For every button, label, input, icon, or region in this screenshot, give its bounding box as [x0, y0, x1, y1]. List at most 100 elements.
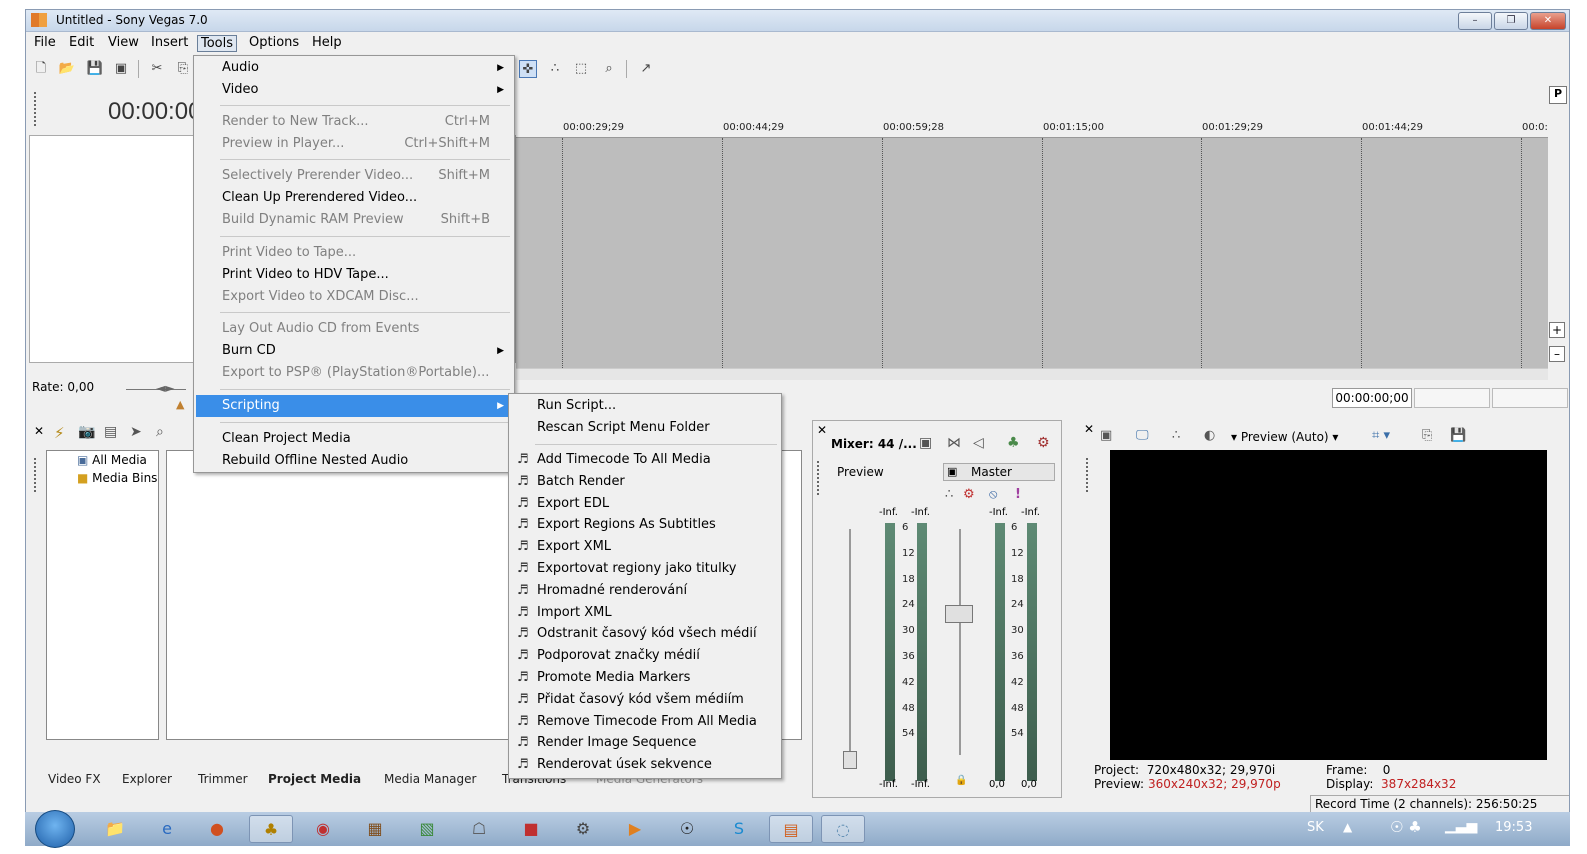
- master-fader[interactable]: [945, 605, 973, 623]
- ie-icon[interactable]: e: [145, 815, 189, 843]
- menu-view[interactable]: View: [105, 35, 142, 52]
- marker-icon[interactable]: P: [1549, 86, 1567, 104]
- zoom-in-icon[interactable]: +: [1549, 322, 1565, 338]
- close-button[interactable]: ✕: [1530, 12, 1566, 30]
- script-menu-item[interactable]: ♬ Renderovat úsek sekvence: [511, 754, 779, 776]
- tree-item-all-media[interactable]: ▣ All Media: [77, 453, 147, 467]
- save-snapshot-icon[interactable]: 💾: [1450, 428, 1466, 443]
- show-hidden-icons[interactable]: ▲: [1343, 820, 1352, 834]
- tab-trimmer[interactable]: Trimmer: [188, 770, 258, 790]
- language-indicator[interactable]: SK: [1307, 820, 1324, 835]
- drag-handle[interactable]: [34, 92, 38, 126]
- app-icon[interactable]: ▧: [405, 815, 449, 843]
- tools-menu-item[interactable]: Scripting ▶: [196, 395, 512, 417]
- script-menu-item[interactable]: ♬ Render Image Sequence: [511, 732, 779, 754]
- steam-icon[interactable]: ☉: [665, 815, 709, 843]
- script-menu-item[interactable]: ♬ Podporovat značky médií: [511, 645, 779, 667]
- tools-menu-item[interactable]: Export Video to XDCAM Disc...: [196, 286, 512, 308]
- solo-icon[interactable]: !: [1015, 487, 1021, 502]
- tools-menu-item[interactable]: Print Video to HDV Tape...: [196, 264, 512, 286]
- script-menu-item[interactable]: ♬ Hromadné renderování: [511, 580, 779, 602]
- script-menu-item[interactable]: ♬ Odstranit časový kód všech médií: [511, 623, 779, 645]
- tools-menu-item[interactable]: Selectively Prerender Video... Shift+M: [196, 165, 512, 187]
- tab-project-media[interactable]: Project Media: [258, 770, 371, 790]
- open-icon[interactable]: 📂: [58, 60, 76, 78]
- search-media-icon[interactable]: ⌕: [156, 424, 164, 440]
- external-monitor-icon[interactable]: 🖵: [1136, 428, 1149, 443]
- tools-menu-item[interactable]: Clean Up Prerendered Video...: [196, 187, 512, 209]
- vegas-taskbar-icon[interactable]: ▤: [769, 815, 813, 843]
- network-signal-icon[interactable]: ▁▃▅: [1445, 818, 1477, 834]
- menu-tools[interactable]: Tools: [197, 35, 238, 52]
- explorer-icon[interactable]: 📁: [93, 815, 137, 843]
- help-pointer-icon[interactable]: ↗: [637, 60, 655, 78]
- media-fx-icon[interactable]: ▤: [104, 424, 117, 440]
- dim-output-icon[interactable]: ⚙: [1037, 435, 1050, 451]
- close-panel-icon[interactable]: ✕: [1084, 422, 1094, 436]
- video-fx-icon[interactable]: ▣: [1100, 428, 1112, 443]
- preview-quality-dropdown[interactable]: ▾ Preview (Auto) ▾: [1231, 430, 1338, 444]
- tools-menu-item[interactable]: Audio ▶: [196, 57, 512, 79]
- import-media-icon[interactable]: ⚡: [54, 424, 65, 442]
- tab-explorer[interactable]: Explorer: [112, 770, 182, 790]
- menu-file[interactable]: File: [31, 35, 59, 52]
- tree-item-media-bins[interactable]: ■ Media Bins: [77, 471, 157, 485]
- lock-icon[interactable]: 🔒: [955, 775, 967, 786]
- script-menu-item[interactable]: Run Script...: [511, 395, 779, 417]
- properties-icon[interactable]: ▣: [112, 60, 130, 78]
- drag-handle[interactable]: [817, 461, 821, 495]
- app-icon[interactable]: ⚙: [561, 815, 605, 843]
- script-menu-item[interactable]: ♬ Remove Timecode From All Media: [511, 711, 779, 733]
- downmix-icon[interactable]: ◁: [973, 435, 984, 451]
- properties-icon[interactable]: ➤: [130, 424, 142, 440]
- timeline-scrollbar[interactable]: [516, 368, 1548, 380]
- mixer-properties-icon[interactable]: ▣: [919, 435, 932, 451]
- normal-edit-tool-icon[interactable]: ✜: [519, 60, 537, 78]
- insert-bus-icon[interactable]: ⋈: [947, 435, 961, 451]
- save-icon[interactable]: 💾: [86, 60, 104, 78]
- menu-edit[interactable]: Edit: [66, 35, 97, 52]
- tools-menu-item[interactable]: Burn CD ▶: [196, 340, 512, 362]
- script-menu-item[interactable]: ♬ Add Timecode To All Media: [511, 449, 779, 471]
- copy-icon[interactable]: ⎘: [174, 60, 192, 78]
- preview-quality-icon[interactable]: ◐: [1204, 428, 1215, 443]
- tools-menu-item[interactable]: Render to New Track... Ctrl+M: [196, 111, 512, 133]
- menu-options[interactable]: Options: [246, 35, 302, 52]
- tools-menu-item[interactable]: Rebuild Offline Nested Audio: [196, 450, 512, 472]
- media-bins-tree[interactable]: ▣ All Media ■ Media Bins: [46, 450, 159, 740]
- overlays-icon[interactable]: ⌗ ▾: [1372, 428, 1390, 443]
- script-menu-item[interactable]: ♬ Export EDL: [511, 493, 779, 515]
- drag-handle[interactable]: [34, 458, 38, 492]
- script-menu-item[interactable]: Rescan Script Menu Folder: [511, 417, 779, 439]
- script-menu-item[interactable]: ♬ Přidat časový kód všem médiím: [511, 689, 779, 711]
- zoom-tool-icon[interactable]: ⌕: [600, 60, 618, 78]
- tools-menu-item[interactable]: Build Dynamic RAM Preview Shift+B: [196, 209, 512, 231]
- script-menu-item[interactable]: ♬ Import XML: [511, 602, 779, 624]
- script-menu-item[interactable]: ♬ Export XML: [511, 536, 779, 558]
- script-menu-item[interactable]: ♬ Batch Render: [511, 471, 779, 493]
- app-icon[interactable]: ■: [509, 815, 553, 843]
- tools-menu-item[interactable]: Lay Out Audio CD from Events: [196, 318, 512, 340]
- mute-icon[interactable]: ⦸: [989, 487, 997, 502]
- tools-menu-item[interactable]: Video ▶: [196, 79, 512, 101]
- tab-video-fx[interactable]: Video FX: [38, 770, 111, 790]
- tools-menu-item[interactable]: Preview in Player... Ctrl+Shift+M: [196, 133, 512, 155]
- tools-menu-item[interactable]: Print Video to Tape...: [196, 242, 512, 264]
- app-icon[interactable]: ▦: [353, 815, 397, 843]
- tab-media-manager[interactable]: Media Manager: [374, 770, 486, 790]
- master-properties-icon[interactable]: ▣: [947, 465, 957, 478]
- selection-length-field[interactable]: [1492, 388, 1568, 408]
- capture-icon[interactable]: 📷: [78, 424, 95, 440]
- script-menu-item[interactable]: ♬ Promote Media Markers: [511, 667, 779, 689]
- rate-slider-thumb-icon[interactable]: ◄►: [156, 381, 174, 395]
- minimize-button[interactable]: –: [1458, 12, 1492, 30]
- cursor-position-field[interactable]: 00:00:00;00: [1332, 388, 1412, 408]
- skype-icon[interactable]: S: [717, 815, 761, 843]
- time-ruler[interactable]: 00:00:29;29 00:00:44;29 00:00:59;28 00:0…: [516, 110, 1548, 138]
- cut-icon[interactable]: ✂: [148, 60, 166, 78]
- bus-fx-icon[interactable]: ∴: [945, 487, 953, 502]
- selection-start-field[interactable]: [1414, 388, 1490, 408]
- tools-menu-item[interactable]: Export to PSP® (PlayStation®Portable)...: [196, 362, 512, 384]
- network-icon[interactable]: ☖: [457, 815, 501, 843]
- envelope-tool-icon[interactable]: ∴: [546, 60, 564, 78]
